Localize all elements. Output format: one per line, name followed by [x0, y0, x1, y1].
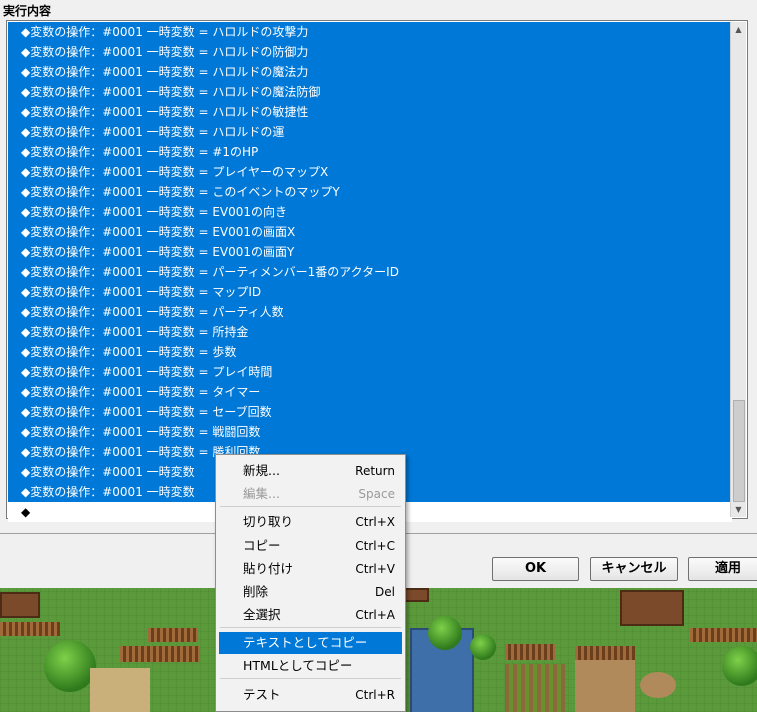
list-item[interactable]: ◆変数の操作：#0001 一時変数 = #1のHP	[8, 142, 732, 162]
menu-item-label: 新規...	[243, 463, 280, 478]
menu-separator	[220, 506, 401, 507]
scroll-down-icon[interactable]: ▼	[731, 502, 746, 517]
menu-item-select-all[interactable]: 全選択 Ctrl+A	[219, 604, 402, 626]
menu-separator	[220, 678, 401, 679]
house-roof	[0, 592, 40, 618]
list-item[interactable]: ◆変数の操作：#0001 一時変数 = 戦闘回数	[8, 422, 732, 442]
fence	[120, 646, 200, 662]
apply-button[interactable]: 適用	[688, 557, 757, 581]
menu-item-shortcut: Del	[375, 585, 395, 599]
fence	[505, 644, 555, 660]
ok-button[interactable]: OK	[492, 557, 579, 581]
list-item[interactable]: ◆変数の操作：#0001 一時変数 = ハロルドの魔法防御	[8, 82, 732, 102]
menu-item-edit[interactable]: 編集... Space	[219, 483, 402, 505]
menu-item-label: 編集...	[243, 486, 280, 501]
list-item[interactable]: ◆変数の操作：#0001 一時変数 = ハロルドの敏捷性	[8, 102, 732, 122]
list-item[interactable]: ◆変数の操作：#0001 一時変数 = タイマー	[8, 382, 732, 402]
cancel-button[interactable]: キャンセル	[590, 557, 678, 581]
tree	[44, 640, 96, 692]
menu-item-paste[interactable]: 貼り付け Ctrl+V	[219, 558, 402, 580]
list-item[interactable]: ◆変数の操作：#0001 一時変数 = プレイ時間	[8, 362, 732, 382]
menu-item-shortcut: Return	[355, 464, 395, 478]
fence	[575, 646, 635, 660]
menu-item-copy[interactable]: コピー Ctrl+C	[219, 535, 402, 557]
context-menu: 新規... Return 編集... Space 切り取り Ctrl+X コピー Ctrl+C…	[215, 454, 406, 712]
list-item[interactable]: ◆変数の操作：#0001 一時変数 = ハロルドの運	[8, 122, 732, 142]
menu-separator	[220, 627, 401, 628]
list-item[interactable]: ◆変数の操作：#0001 一時変数 = パーティメンバー1番のアクターID	[8, 262, 732, 282]
list-item[interactable]: ◆変数の操作：#0001 一時変数 = ハロルドの防御力	[8, 42, 732, 62]
menu-item-label: コピー	[243, 538, 281, 553]
menu-item-shortcut: Ctrl+X	[355, 515, 395, 529]
command-list[interactable]: ◆変数の操作：#0001 一時変数 = ハロルドの攻撃力 ◆変数の操作：#0001…	[6, 20, 748, 522]
menu-item-label: 切り取り	[243, 514, 294, 529]
menu-item-test[interactable]: テスト Ctrl+R	[219, 684, 402, 706]
menu-item-label: テスト	[243, 687, 281, 702]
list-item[interactable]: ◆変数の操作：#0001 一時変数 = プレイヤーのマップX	[8, 162, 732, 182]
scroll-up-icon[interactable]: ▲	[731, 22, 746, 37]
house-roof	[620, 590, 684, 626]
menu-item-shortcut: Ctrl+C	[355, 539, 395, 553]
menu-item-copy-as-html[interactable]: HTMLとしてコピー	[219, 655, 402, 677]
list-item[interactable]: ◆変数の操作：#0001 一時変数 = ハロルドの魔法力	[8, 62, 732, 82]
menu-item-label: 削除	[243, 584, 269, 599]
menu-item-new[interactable]: 新規... Return	[219, 460, 402, 482]
list-item[interactable]: ◆変数の操作：#0001 一時変数 = EV001の画面Y	[8, 242, 732, 262]
menu-item-delete[interactable]: 削除 Del	[219, 581, 402, 603]
tree	[470, 634, 496, 660]
dirt-patch	[575, 658, 635, 712]
fence	[0, 622, 60, 636]
list-item[interactable]: ◆変数の操作：#0001 一時変数 = マップID	[8, 282, 732, 302]
list-item[interactable]: ◆変数の操作：#0001 一時変数 = セーブ回数	[8, 402, 732, 422]
menu-item-label: HTMLとしてコピー	[243, 658, 353, 673]
menu-item-shortcut: Ctrl+R	[355, 688, 395, 702]
list-item[interactable]: ◆変数の操作：#0001 一時変数 = パーティ人数	[8, 302, 732, 322]
crop-field	[505, 664, 565, 712]
list-item[interactable]: ◆変数の操作：#0001 一時変数 = EV001の画面X	[8, 222, 732, 242]
vertical-scrollbar[interactable]: ▲ ▼	[730, 22, 746, 517]
menu-item-label: 貼り付け	[243, 561, 294, 576]
path	[90, 668, 150, 712]
menu-item-copy-as-text[interactable]: テキストとしてコピー	[219, 632, 402, 654]
well	[640, 672, 676, 698]
menu-item-shortcut: Ctrl+A	[355, 608, 395, 622]
fence	[148, 628, 198, 642]
command-rows: ◆変数の操作：#0001 一時変数 = ハロルドの攻撃力 ◆変数の操作：#0001…	[8, 22, 732, 522]
list-item[interactable]: ◆変数の操作：#0001 一時変数 = 所持金	[8, 322, 732, 342]
list-item[interactable]: ◆変数の操作：#0001 一時変数 = このイベントのマップY	[8, 182, 732, 202]
menu-item-label: テキストとしてコピー	[243, 635, 368, 650]
list-item[interactable]: ◆変数の操作：#0001 一時変数 = EV001の向き	[8, 202, 732, 222]
tree	[722, 646, 757, 686]
menu-item-shortcut: Space	[358, 487, 395, 501]
list-item[interactable]: ◆変数の操作：#0001 一時変数 = ハロルドの攻撃力	[8, 22, 732, 42]
menu-item-shortcut: Ctrl+V	[355, 562, 395, 576]
tree	[428, 616, 462, 650]
menu-item-cut[interactable]: 切り取り Ctrl+X	[219, 511, 402, 533]
scrollbar-thumb[interactable]	[733, 400, 745, 502]
menu-item-label: 全選択	[243, 607, 281, 622]
section-title: 実行内容	[3, 4, 52, 18]
list-item[interactable]: ◆変数の操作：#0001 一時変数 = 歩数	[8, 342, 732, 362]
fence	[690, 628, 757, 642]
